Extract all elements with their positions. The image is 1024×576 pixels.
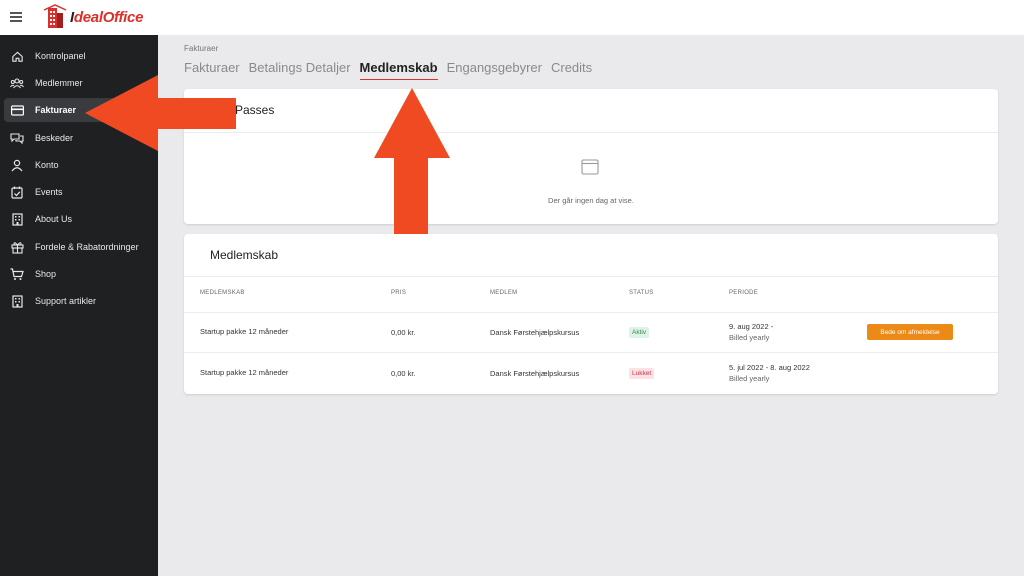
tab-credits[interactable]: Credits <box>551 60 592 80</box>
users-icon <box>10 76 24 90</box>
row1-membership: Startup pakke 12 måneder <box>200 327 289 336</box>
sidebar-item-label: Medlemmer <box>35 78 83 88</box>
row2-billing: Billed yearly <box>729 374 770 383</box>
row-divider <box>184 312 998 313</box>
sidebar-item-label: Kontrolpanel <box>35 51 86 61</box>
gift-icon <box>10 240 24 254</box>
row1-period: 9. aug 2022 - <box>729 322 774 331</box>
building-logo-icon <box>43 4 67 28</box>
logo-name: dealOffice <box>73 8 144 26</box>
sidebar-item-support[interactable]: Support artikler <box>4 289 154 313</box>
chat-icon <box>10 131 24 145</box>
row2-period: 5. jul 2022 - 8. aug 2022 <box>729 363 810 372</box>
row1-billing: Billed yearly <box>729 333 770 342</box>
tab-engangsgebyrer[interactable]: Engangsgebyrer <box>447 60 542 80</box>
empty-state-text: Der går ingen dag at vise. <box>548 196 634 205</box>
sidebar-item-about-us[interactable]: About Us <box>4 207 154 231</box>
tab-betalings-detaljer[interactable]: Betalings Detaljer <box>249 60 351 80</box>
sidebar-item-kontrolpanel[interactable]: Kontrolpanel <box>4 44 154 68</box>
sidebar-item-fordele[interactable]: Fordele & Rabatordninger <box>4 235 154 259</box>
sidebar-item-label: Fakturaer <box>35 105 77 115</box>
sidebar-item-label: Shop <box>35 269 57 279</box>
annotation-arrow-up <box>374 88 450 234</box>
row2-price: 0,00 kr. <box>391 369 416 378</box>
request-cancellation-button[interactable]: Bede om afmeldelse <box>867 324 953 340</box>
tab-bar: Fakturaer Betalings Detaljer Medlemskab … <box>184 60 601 82</box>
credit-card-icon <box>10 103 24 117</box>
passes-title: Passes <box>235 103 275 117</box>
calendar-check-icon <box>10 185 24 199</box>
home-icon <box>10 49 24 63</box>
membership-card: Medlemskab MEDLEMSKAB PRIS MEDLEM STATUS… <box>184 234 998 394</box>
ideal-office-logo[interactable]: IdealOffice <box>42 4 143 30</box>
column-header-medlem: MEDLEM <box>490 290 518 296</box>
sidebar-item-label: Support artikler <box>35 296 97 306</box>
sidebar-item-label: Fordele & Rabatordninger <box>35 242 139 252</box>
breadcrumb: Fakturaer <box>184 44 219 53</box>
row1-price: 0,00 kr. <box>391 328 416 337</box>
row-divider <box>184 352 998 353</box>
membership-title: Medlemskab <box>210 248 279 262</box>
row1-member: Dansk Førstehjælpskursus <box>490 328 580 337</box>
hamburger-menu-icon[interactable] <box>10 12 22 22</box>
sidebar-item-konto[interactable]: Konto <box>4 153 154 177</box>
passes-card: Passes Der går ingen dag at vise. <box>184 89 998 224</box>
sidebar-item-events[interactable]: Events <box>4 180 154 204</box>
sidebar-item-label: Konto <box>35 160 59 170</box>
tab-medlemskab[interactable]: Medlemskab <box>359 60 438 80</box>
building-icon <box>10 212 24 226</box>
column-header-status: STATUS <box>629 290 654 296</box>
building-icon <box>10 294 24 308</box>
annotation-arrow-left <box>85 75 236 151</box>
column-header-pris: PRIS <box>391 290 407 296</box>
user-icon <box>10 158 24 172</box>
cart-icon <box>10 267 24 281</box>
sidebar-item-label: About Us <box>35 214 73 224</box>
sidebar-item-shop[interactable]: Shop <box>4 262 154 286</box>
sidebar-item-label: Beskeder <box>35 133 74 143</box>
empty-window-icon <box>581 159 599 175</box>
top-bar: IdealOffice <box>0 0 1024 35</box>
status-badge: Lukket <box>629 368 655 379</box>
status-badge: Aktiv <box>629 327 650 338</box>
column-header-periode: PERIODE <box>729 290 759 296</box>
sidebar-item-label: Events <box>35 187 63 197</box>
divider <box>184 276 998 277</box>
divider <box>184 132 998 133</box>
row2-membership: Startup pakke 12 måneder <box>200 368 289 377</box>
row2-member: Dansk Førstehjælpskursus <box>490 369 580 378</box>
column-header-medlemskab: MEDLEMSKAB <box>200 290 245 296</box>
